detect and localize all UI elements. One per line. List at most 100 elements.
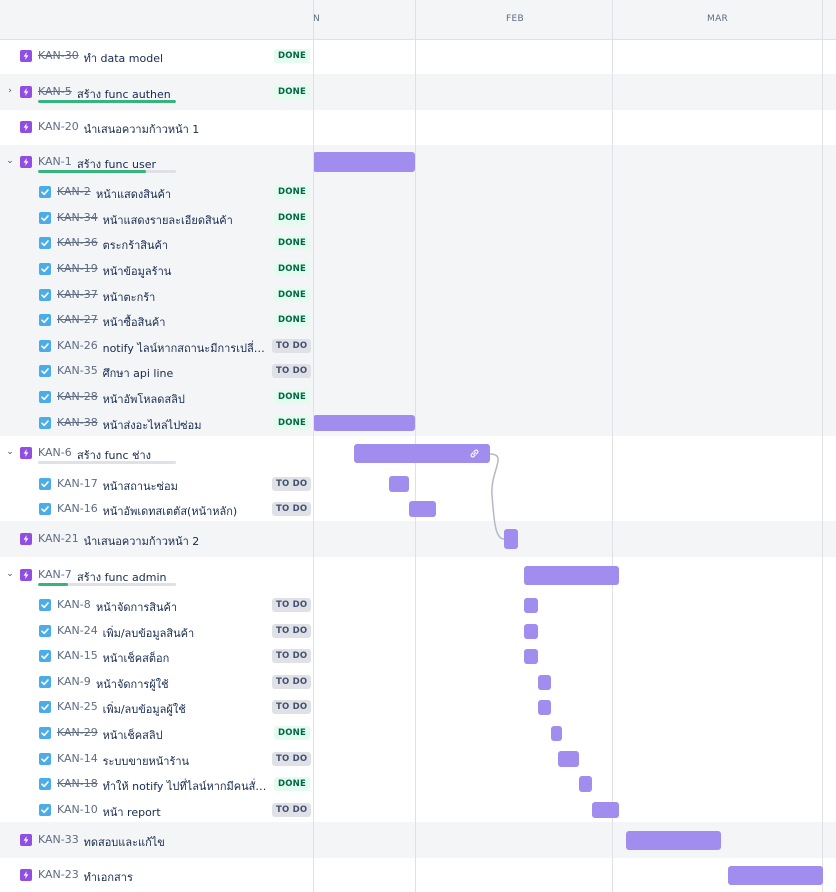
status-badge[interactable]: DONE: [274, 185, 311, 199]
issue-summary[interactable]: เพิ่ม/ลบข้อมูลสินค้า: [103, 624, 195, 642]
status-badge[interactable]: DONE: [274, 313, 311, 327]
issue-row[interactable]: ⌄ KAN-7 สร้าง func admin: [0, 558, 836, 592]
issue-row[interactable]: KAN-34 หน้าแสดงรายละเอียดสินค้า DONE: [0, 205, 836, 231]
schedule-bar[interactable]: [504, 529, 518, 549]
status-badge[interactable]: DONE: [274, 262, 311, 276]
issue-key[interactable]: KAN-20: [38, 120, 79, 133]
status-badge[interactable]: TO DO: [272, 624, 312, 638]
schedule-bar[interactable]: [313, 152, 415, 172]
issue-row[interactable]: KAN-23 ทำเอกสาร: [0, 858, 836, 892]
issue-row[interactable]: KAN-19 หน้าข้อมูลร้าน DONE: [0, 256, 836, 282]
issue-summary[interactable]: หน้าสถานะซ่อม: [103, 477, 178, 495]
issue-summary[interactable]: หน้าอัพโหลดสลิป: [103, 390, 185, 408]
status-badge[interactable]: TO DO: [272, 803, 312, 817]
issue-row[interactable]: KAN-37 หน้าตะกร้า DONE: [0, 282, 836, 308]
issue-key[interactable]: KAN-29: [57, 726, 98, 739]
issue-key[interactable]: KAN-18: [57, 777, 98, 790]
status-badge[interactable]: TO DO: [272, 477, 312, 491]
issue-row[interactable]: KAN-2 หน้าแสดงสินค้า DONE: [0, 179, 836, 205]
status-badge[interactable]: TO DO: [272, 752, 312, 766]
issue-key[interactable]: KAN-30: [38, 49, 79, 62]
issue-row[interactable]: KAN-25 เพิ่ม/ลบข้อมูลผู้ใช้ TO DO: [0, 694, 836, 720]
issue-summary[interactable]: เพิ่ม/ลบข้อมูลผู้ใช้: [103, 700, 186, 718]
issue-summary[interactable]: หน้าซื้อสินค้า: [103, 313, 166, 331]
issue-key[interactable]: KAN-33: [38, 833, 79, 846]
status-badge[interactable]: DONE: [274, 85, 311, 99]
issue-key[interactable]: KAN-2: [57, 185, 91, 198]
issue-row[interactable]: › KAN-5 สร้าง func authen DONE: [0, 74, 836, 110]
issue-key[interactable]: KAN-34: [57, 211, 98, 224]
issue-summary[interactable]: หน้าเช็คสลิป: [103, 726, 163, 744]
schedule-bar[interactable]: [409, 501, 436, 517]
schedule-bar[interactable]: [728, 865, 823, 885]
issue-summary[interactable]: ทำเอกสาร: [84, 868, 133, 886]
chevron-down-icon[interactable]: ⌄: [5, 156, 15, 166]
issue-row[interactable]: KAN-17 หน้าสถานะซ่อม TO DO: [0, 471, 836, 497]
status-badge[interactable]: DONE: [274, 236, 311, 250]
issue-summary[interactable]: หน้าอัพเดทสเตตัส(หน้าหลัก): [103, 502, 238, 520]
schedule-bar[interactable]: [313, 415, 415, 431]
schedule-bar[interactable]: [524, 565, 619, 585]
issue-key[interactable]: KAN-37: [57, 288, 98, 301]
issue-row[interactable]: KAN-14 ระบบขายหน้าร้าน TO DO: [0, 746, 836, 772]
issue-key[interactable]: KAN-8: [57, 598, 91, 611]
issue-key[interactable]: KAN-23: [38, 868, 79, 881]
status-badge[interactable]: DONE: [274, 49, 311, 63]
schedule-bar[interactable]: [551, 725, 562, 741]
issue-summary[interactable]: หน้าแสดงรายละเอียดสินค้า: [103, 211, 233, 229]
issue-summary[interactable]: นำเสนอความก้าวหน้า 2: [84, 532, 200, 550]
issue-key[interactable]: KAN-26: [57, 339, 98, 352]
issue-row[interactable]: KAN-36 ตระกร้าสินค้า DONE: [0, 230, 836, 256]
issue-summary[interactable]: ตระกร้าสินค้า: [103, 236, 168, 254]
issue-key[interactable]: KAN-28: [57, 390, 98, 403]
issue-key[interactable]: KAN-5: [38, 85, 72, 98]
status-badge[interactable]: DONE: [274, 288, 311, 302]
issue-key[interactable]: KAN-7: [38, 568, 72, 581]
issue-key[interactable]: KAN-38: [57, 416, 98, 429]
issue-row[interactable]: KAN-20 นำเสนอความก้าวหน้า 1: [0, 110, 836, 145]
status-badge[interactable]: TO DO: [272, 598, 312, 612]
link-icon[interactable]: [469, 448, 480, 462]
issue-row[interactable]: KAN-18 ทำให้ notify ไปที่ไลน์หากมีคนสั่งซ…: [0, 771, 836, 797]
issue-key[interactable]: KAN-9: [57, 675, 91, 688]
issue-summary[interactable]: ศึกษา api line: [103, 364, 174, 382]
issue-key[interactable]: KAN-15: [57, 649, 98, 662]
issue-row[interactable]: KAN-35 ศึกษา api line TO DO: [0, 358, 836, 384]
schedule-bar[interactable]: [524, 623, 538, 639]
issue-row[interactable]: KAN-38 หน้าส่งอะไหล่ไปซ่อม DONE: [0, 410, 836, 436]
issue-summary[interactable]: หน้าตะกร้า: [103, 288, 156, 306]
schedule-bar[interactable]: [579, 776, 592, 792]
issue-summary[interactable]: หน้าแสดงสินค้า: [96, 185, 171, 203]
issue-row[interactable]: KAN-15 หน้าเช็คสต็อก TO DO: [0, 643, 836, 669]
schedule-bar[interactable]: [538, 699, 551, 715]
status-badge[interactable]: DONE: [274, 777, 311, 791]
issue-row[interactable]: KAN-27 หน้าซื้อสินค้า DONE: [0, 307, 836, 333]
issue-summary[interactable]: ทำให้ notify ไปที่ไลน์หากมีคนสั่งซื้อ: [103, 777, 270, 795]
status-badge[interactable]: TO DO: [272, 339, 312, 353]
schedule-bar[interactable]: [626, 830, 721, 850]
issue-key[interactable]: KAN-6: [38, 446, 72, 459]
schedule-bar[interactable]: [389, 476, 409, 492]
issue-key[interactable]: KAN-17: [57, 477, 98, 490]
issue-row[interactable]: KAN-8 หน้าจัดการสินค้า TO DO: [0, 592, 836, 618]
issue-summary[interactable]: notify ไลน์หากสถานะมีการเปลี่ยน...: [103, 339, 270, 357]
issue-summary[interactable]: หน้าข้อมูลร้าน: [103, 262, 172, 280]
issue-summary[interactable]: หน้า report: [103, 803, 161, 821]
issue-key[interactable]: KAN-36: [57, 236, 98, 249]
issue-key[interactable]: KAN-14: [57, 752, 98, 765]
status-badge[interactable]: TO DO: [272, 364, 312, 378]
issue-summary[interactable]: ทำ data model: [84, 49, 163, 67]
issue-key[interactable]: KAN-24: [57, 624, 98, 637]
status-badge[interactable]: DONE: [274, 211, 311, 225]
schedule-bar[interactable]: [524, 648, 538, 664]
issue-row[interactable]: KAN-30 ทำ data model DONE: [0, 38, 836, 74]
status-badge[interactable]: DONE: [274, 726, 311, 740]
issue-summary[interactable]: นำเสนอความก้าวหน้า 1: [84, 120, 200, 138]
status-badge[interactable]: DONE: [274, 390, 311, 404]
issue-row[interactable]: KAN-21 นำเสนอความก้าวหน้า 2: [0, 521, 836, 557]
issue-summary[interactable]: หน้าเช็คสต็อก: [103, 649, 170, 667]
schedule-bar[interactable]: [558, 751, 579, 767]
issue-summary[interactable]: ทดสอบและแก้ไข: [84, 833, 165, 851]
status-badge[interactable]: DONE: [274, 416, 311, 430]
chevron-right-icon[interactable]: ›: [5, 86, 15, 96]
